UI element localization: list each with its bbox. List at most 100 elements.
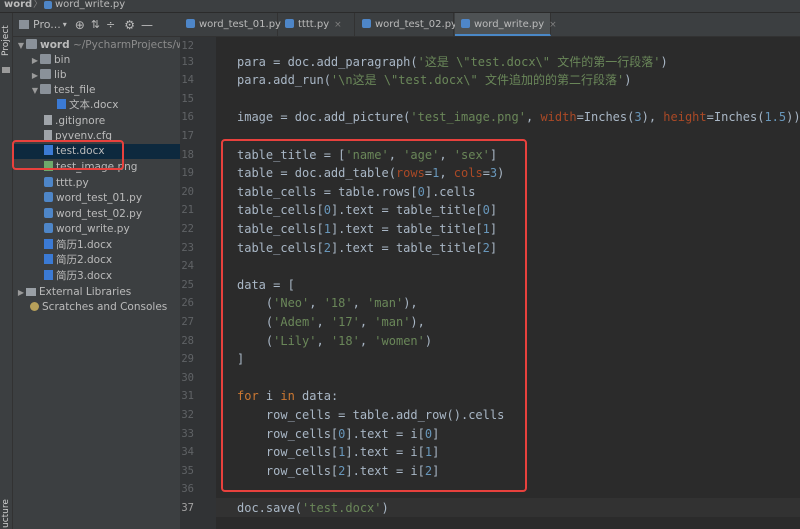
line-number: 23 <box>181 241 194 254</box>
tree-item-label: Scratches and Consoles <box>42 301 168 313</box>
code-line-current[interactable]: doc.save('test.docx') <box>237 499 389 518</box>
chevron-down-icon[interactable]: ▼ <box>30 83 40 98</box>
python-file-icon <box>461 19 470 28</box>
python-file-icon <box>44 177 53 187</box>
code-line[interactable]: para.add_run('\n这是 \"test.docx\" 文件追加的的第… <box>237 71 631 90</box>
breadcrumb-project[interactable]: word <box>4 0 32 10</box>
close-icon[interactable]: × <box>549 20 557 30</box>
root-name: word <box>40 39 70 51</box>
folder-icon <box>40 84 51 94</box>
tree-item-scratches[interactable]: Scratches and Consoles <box>30 300 167 315</box>
tool-window-strip: Project ucture <box>0 13 13 529</box>
tree-item-jianli2[interactable]: 简历2.docx <box>44 253 112 268</box>
hide-icon[interactable]: — <box>141 18 153 32</box>
line-number: 32 <box>181 409 194 421</box>
library-icon <box>26 288 36 296</box>
close-icon[interactable]: × <box>334 20 342 30</box>
project-view-dropdown[interactable]: Pro... <box>33 18 61 31</box>
tree-item-jianli3[interactable]: 简历3.docx <box>44 269 112 284</box>
tree-item-word-write[interactable]: word_write.py <box>44 222 130 237</box>
tree-item-label: tttt.py <box>56 177 89 189</box>
folder-icon <box>19 20 29 29</box>
dropdown-arrow-icon[interactable]: ▾ <box>63 20 67 29</box>
tree-item-test-file[interactable]: ▼ test_file <box>30 83 95 98</box>
line-number-current: 37 <box>181 502 194 514</box>
line-number: 34 <box>181 446 194 459</box>
breadcrumb-file[interactable]: word_write.py <box>55 0 125 10</box>
tree-item-lib[interactable]: ▶ lib <box>30 68 67 83</box>
chevron-down-icon[interactable]: ▼ <box>16 38 26 53</box>
gear-icon[interactable]: ⚙ <box>124 18 135 32</box>
line-number: 20 <box>181 185 194 198</box>
line-number: 15 <box>181 92 194 105</box>
navigation-bar: word 〉 word_write.py <box>0 0 800 13</box>
structure-square-icon <box>2 67 10 73</box>
folder-icon <box>26 39 37 49</box>
tree-item-label: 简历2.docx <box>56 254 113 266</box>
line-number: 28 <box>181 334 194 347</box>
tab-label: word_test_02.py <box>375 19 457 30</box>
chevron-right-icon[interactable]: ▶ <box>30 68 40 83</box>
tree-item-label: 文本.docx <box>69 99 119 111</box>
python-file-icon <box>362 19 371 28</box>
line-number: 22 <box>181 223 194 235</box>
expand-icon[interactable]: ÷ <box>106 18 115 31</box>
line-number-gutter: 12 13 14 15 16 17 18 19 20 21 22 23 24 2… <box>180 37 216 529</box>
python-file-icon <box>44 192 53 202</box>
tree-item-word-test-01[interactable]: word_test_01.py <box>44 191 142 206</box>
folder-icon <box>40 69 51 79</box>
project-tool-tab[interactable]: Project <box>0 17 12 65</box>
word-doc-icon <box>44 239 53 249</box>
line-number: 18 <box>181 148 194 161</box>
word-doc-icon <box>44 270 53 280</box>
tree-item-label: word_test_01.py <box>56 192 143 204</box>
tree-item-label: word_write.py <box>56 223 130 235</box>
line-number: 30 <box>181 371 194 384</box>
python-file-icon <box>44 208 53 218</box>
line-number: 36 <box>181 483 194 496</box>
text-file-icon <box>44 115 52 125</box>
tree-item-jianli1[interactable]: 简历1.docx <box>44 238 112 253</box>
tree-item-label: bin <box>54 54 71 66</box>
tab-label: word_write.py <box>474 19 545 30</box>
tree-item-external-libraries[interactable]: ▶ External Libraries <box>16 285 131 300</box>
highlight-box-code-block <box>221 139 527 492</box>
tree-item-tttt[interactable]: tttt.py <box>44 176 89 191</box>
text-file-icon <box>44 130 52 140</box>
word-doc-icon <box>44 254 53 264</box>
line-number: 13 <box>181 55 194 68</box>
locate-icon[interactable]: ⊕ <box>75 18 85 32</box>
line-number: 21 <box>181 204 194 217</box>
tab-label: word_test_01.py <box>199 19 281 30</box>
tree-item-gitignore[interactable]: .gitignore <box>44 114 105 129</box>
line-number: 26 <box>181 297 194 310</box>
tree-item-wenben-docx[interactable]: 文本.docx <box>57 98 118 113</box>
tab-word-test-02[interactable]: word_test_02.py× <box>356 13 470 36</box>
line-number: 25 <box>181 278 194 291</box>
tree-item-label: lib <box>54 69 67 81</box>
code-line[interactable]: para = doc.add_paragraph('这是 \"test.docx… <box>237 53 668 72</box>
word-doc-icon <box>57 99 66 109</box>
tab-tttt[interactable]: tttt.py × <box>279 13 355 36</box>
line-number: 24 <box>181 260 194 273</box>
python-file-icon <box>285 19 294 28</box>
folder-icon <box>40 54 51 64</box>
structure-tool-tab[interactable]: ucture <box>0 499 12 529</box>
line-number: 27 <box>181 316 194 328</box>
tab-word-write[interactable]: word_write.py × <box>455 13 557 36</box>
tree-item-bin[interactable]: ▶ bin <box>30 53 70 68</box>
python-file-icon <box>44 223 53 233</box>
python-file-icon <box>186 19 195 28</box>
tab-word-test-01[interactable]: word_test_01.py× <box>180 13 294 36</box>
chevron-right-icon[interactable]: ▶ <box>30 53 40 68</box>
project-toolbar: Pro... ▾ ⊕ ⇅ ÷ ⚙ — <box>13 13 180 37</box>
code-line[interactable]: image = doc.add_picture('test_image.png'… <box>237 108 800 127</box>
line-number: 16 <box>181 111 194 124</box>
collapse-all-icon[interactable]: ⇅ <box>91 18 100 31</box>
tree-item-word-test-02[interactable]: word_test_02.py <box>44 207 142 222</box>
tree-item-label: word_test_02.py <box>56 208 143 220</box>
tree-item-label: .gitignore <box>55 115 106 127</box>
line-number: 17 <box>181 130 194 142</box>
line-number: 19 <box>181 167 194 180</box>
chevron-right-icon[interactable]: ▶ <box>16 285 26 300</box>
